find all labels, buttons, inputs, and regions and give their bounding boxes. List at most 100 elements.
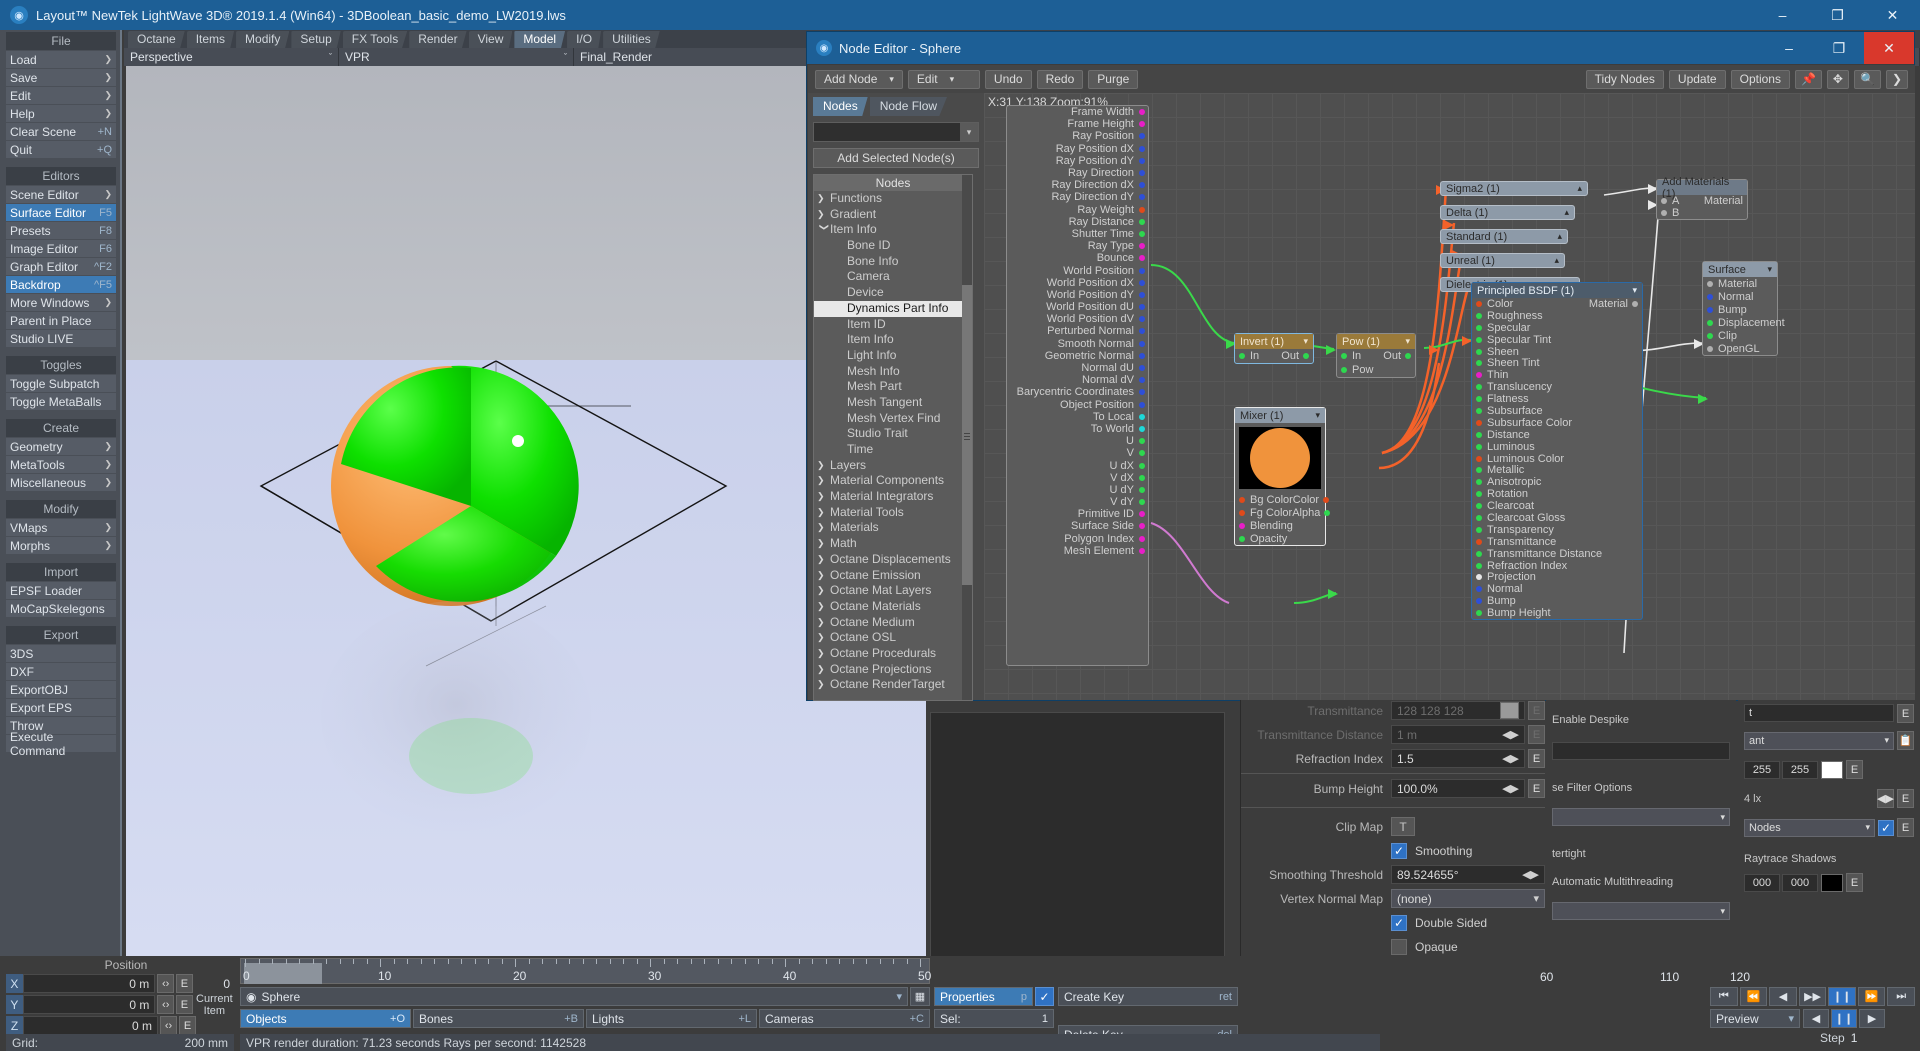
item-info-node[interactable]: Frame Width Frame Height Ray Position Ray P… — [1006, 105, 1149, 666]
option-field-1[interactable] — [1552, 742, 1730, 760]
node-tree-item[interactable]: Camera — [814, 269, 972, 285]
sidebar-item-toggle-subpatch[interactable]: Toggle Subpatch — [6, 375, 116, 392]
chevron-right-icon[interactable]: ❯ — [817, 520, 830, 536]
search-icon[interactable]: 🔍 — [1853, 69, 1881, 89]
node-port-row[interactable]: Displacement — [1703, 316, 1785, 329]
filter-dropdown[interactable]: ▾ — [1552, 808, 1730, 826]
node-port-row[interactable]: Blending — [1235, 519, 1325, 532]
node-port-row[interactable]: Clearcoat — [1472, 500, 1642, 512]
node-port-row[interactable]: Material — [1703, 277, 1777, 290]
create-key-button[interactable]: Create Key ret — [1058, 987, 1238, 1006]
menu-tab-setup[interactable]: Setup — [291, 31, 341, 48]
node-output-row[interactable]: World Position dU — [1007, 301, 1148, 313]
axis-x-stepper[interactable]: ‹› — [157, 974, 174, 993]
node-tree-item[interactable]: ❯ Gradient — [814, 207, 972, 223]
chevron-right-icon[interactable]: ❯ — [817, 505, 830, 521]
axis-x-value[interactable]: 0 m — [22, 974, 156, 993]
node-output-row[interactable]: Ray Direction — [1007, 167, 1148, 179]
node-port-row[interactable]: Translucency — [1472, 381, 1642, 393]
node-output-row[interactable]: World Position dY — [1007, 289, 1148, 301]
sidebar-item-surface-editor[interactable]: Surface Editor F5 — [6, 204, 116, 221]
rgb-g-field[interactable]: 255 — [1782, 760, 1818, 779]
menu-tab-items[interactable]: Items — [186, 31, 235, 48]
menu-tab-utilities[interactable]: Utilities — [603, 31, 660, 48]
properties-button[interactable]: Properties p — [934, 987, 1033, 1006]
node-tree-item[interactable]: Light Info — [814, 348, 972, 364]
chevron-down-icon[interactable]: ▾ — [1315, 410, 1320, 421]
chevron-right-icon[interactable]: ❯ — [817, 489, 830, 505]
transport-play-button[interactable]: ⏩ — [1857, 987, 1886, 1006]
node-port-row[interactable]: Bump — [1472, 595, 1642, 607]
chevron-up-icon[interactable]: ▴ — [1554, 255, 1559, 266]
node-tree-item[interactable]: Bone Info — [814, 254, 972, 270]
far-top-field[interactable]: t — [1744, 704, 1894, 722]
node-output-row[interactable]: Object Position — [1007, 399, 1148, 411]
node-output-row[interactable]: Perturbed Normal — [1007, 325, 1148, 337]
transport-prev-key-button[interactable]: ⏪ — [1739, 987, 1768, 1006]
node-port-row[interactable]: Metallic — [1472, 464, 1642, 476]
transport-next-key-button[interactable]: ▶▶ — [1798, 987, 1827, 1006]
item-list-icon[interactable]: ▦ — [910, 987, 930, 1006]
sidebar-item-geometry[interactable]: Geometry ❯ — [6, 438, 116, 455]
node-port-row[interactable]: Bg Color Color — [1235, 493, 1330, 506]
lux-arrows-icon[interactable]: ◀▶ — [1877, 789, 1894, 808]
sidebar-item-miscellaneous[interactable]: Miscellaneous ❯ — [6, 474, 116, 491]
chevron-down-icon[interactable]: ▾ — [1720, 906, 1725, 917]
node-port-row[interactable]: Projection — [1472, 571, 1642, 583]
stepper-arrows-icon[interactable]: ◀▶ — [1502, 728, 1519, 741]
sidebar-item-toggle-metaballs[interactable]: Toggle MetaBalls — [6, 393, 116, 410]
node-port-row[interactable]: Bump — [1703, 303, 1777, 316]
pow-node-header[interactable]: Pow (1) ▾ — [1337, 334, 1415, 349]
node-tree-item[interactable]: ❯ Octane Emission — [814, 568, 972, 584]
menu-tab-modify[interactable]: Modify — [236, 31, 290, 48]
node-tree-item[interactable]: ❯ Material Components — [814, 473, 972, 489]
node-tree-item[interactable]: Item ID — [814, 317, 972, 333]
chevron-down-icon[interactable]: ▾ — [960, 123, 978, 141]
node-port-row[interactable]: B — [1657, 207, 1747, 219]
node-output-row[interactable]: To World — [1007, 423, 1148, 435]
axis-x-envelope-button[interactable]: E — [176, 974, 193, 993]
chevron-down-icon[interactable]: ❯ — [104, 189, 112, 200]
rgb-e-button[interactable]: E — [1846, 760, 1863, 779]
chevron-down-icon[interactable]: ❯ — [816, 224, 832, 237]
node-output-row[interactable]: Smooth Normal — [1007, 338, 1148, 350]
node-tree-item[interactable]: Dynamics Part Info — [814, 300, 972, 317]
node-tree-item[interactable]: ❯ Octane Materials — [814, 599, 972, 615]
update-button[interactable]: Update — [1668, 69, 1726, 89]
edit-menu-button[interactable]: Edit ▾ — [907, 69, 980, 89]
chevron-up-icon[interactable]: ▴ — [1564, 207, 1569, 218]
sidebar-item-save[interactable]: Save ❯ — [6, 69, 116, 86]
lux-e-button[interactable]: E — [1897, 789, 1914, 808]
node-tree-item[interactable]: ❯ Material Tools — [814, 505, 972, 521]
chevron-right-icon[interactable]: ❯ — [817, 677, 830, 693]
sidebar-item-exportobj[interactable]: ExportOBJ — [6, 681, 116, 698]
chevron-down-icon[interactable]: ❯ — [104, 90, 112, 101]
axis-y-value[interactable]: 0 m — [22, 995, 156, 1014]
axis-z-stepper[interactable]: ‹› — [160, 1016, 177, 1035]
chevron-down-icon[interactable]: ❯ — [104, 459, 112, 470]
shadow-e-button[interactable]: E — [1846, 873, 1863, 892]
node-port-row[interactable]: Transmittance Distance — [1472, 548, 1642, 560]
node-output-row[interactable]: Primitive ID — [1007, 508, 1148, 520]
node-port-row[interactable]: Bump Height — [1472, 607, 1642, 619]
node-port-row[interactable]: Normal — [1703, 290, 1777, 303]
node-port-row[interactable]: Roughness — [1472, 310, 1642, 322]
thread-dropdown[interactable]: ▾ — [1552, 902, 1730, 920]
transport-start-button[interactable]: ⏮ — [1710, 987, 1738, 1006]
principled-bsdf-node-header[interactable]: Principled BSDF (1) ▾ — [1472, 283, 1642, 298]
node-output-row[interactable]: Barycentric Coordinates — [1007, 386, 1148, 398]
sidebar-item-mocapskelegons[interactable]: MoCapSkelegons — [6, 600, 116, 617]
node-tree-item[interactable]: Bone ID — [814, 238, 972, 254]
node-port-row[interactable]: Sheen — [1472, 346, 1642, 358]
transport-end-button[interactable]: ⏭ — [1887, 987, 1916, 1006]
node-tree-item[interactable]: ❯ Math — [814, 536, 972, 552]
node-tree-item[interactable]: ❯ Octane Mat Layers — [814, 583, 972, 599]
chevron-right-icon[interactable]: ❯ — [817, 191, 830, 207]
axis-z-value[interactable]: 0 m — [23, 1016, 158, 1035]
sidebar-item-image-editor[interactable]: Image Editor F6 — [6, 240, 116, 257]
chevron-right-icon[interactable]: ❯ — [817, 662, 830, 678]
tidy-nodes-button[interactable]: Tidy Nodes — [1585, 69, 1664, 89]
node-port-row[interactable]: Transparency — [1472, 524, 1642, 536]
sidebar-item-help[interactable]: Help ❯ — [6, 105, 116, 122]
node-tree-item[interactable]: Mesh Vertex Find — [814, 411, 972, 427]
